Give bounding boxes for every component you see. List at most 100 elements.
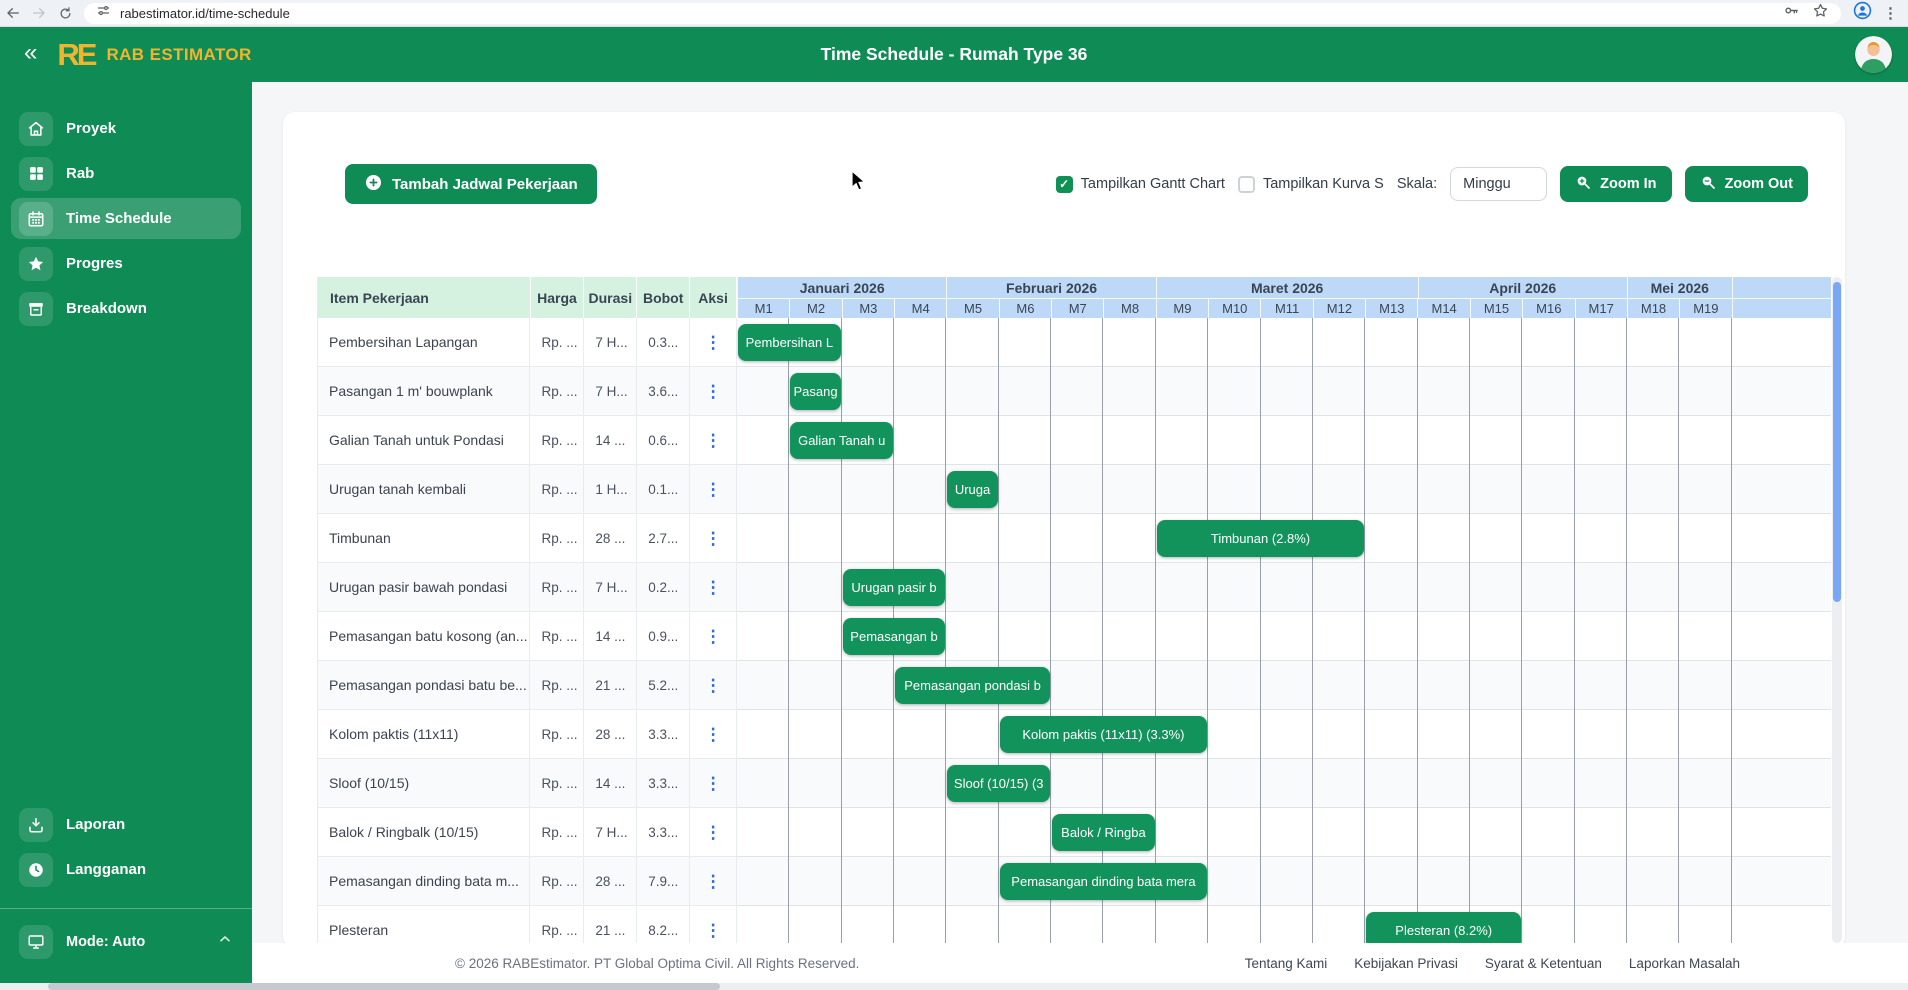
gantt-row: [737, 367, 1831, 416]
kurva-checkbox-label: Tampilkan Kurva S: [1263, 176, 1384, 192]
zoom-in-icon: [1575, 174, 1591, 194]
site-info-icon[interactable]: [96, 3, 111, 23]
archive-icon: [19, 292, 53, 326]
zoom-out-button[interactable]: Zoom Out: [1685, 166, 1808, 202]
sidebar-item-laporan[interactable]: Laporan: [11, 804, 241, 845]
cell-durasi: 7 H...: [584, 563, 637, 611]
row-actions-button[interactable]: ⋮: [705, 726, 722, 743]
gantt-bar[interactable]: Pemasangan b: [843, 618, 946, 655]
home-icon: [19, 112, 53, 146]
gantt-bar[interactable]: Galian Tanah u: [790, 422, 893, 459]
week-header-m13: M13: [1365, 299, 1417, 318]
row-actions-button[interactable]: ⋮: [705, 922, 722, 939]
cell-aksi: ⋮: [690, 514, 737, 562]
mode-label: Mode: Auto: [66, 934, 217, 950]
scale-value: Minggu: [1463, 176, 1511, 192]
gantt-checkbox-label: Tampilkan Gantt Chart: [1081, 176, 1225, 192]
gantt-bar[interactable]: Urugan pasir b: [843, 569, 946, 606]
row-actions-button[interactable]: ⋮: [705, 677, 722, 694]
plus-circle-icon: [364, 173, 383, 196]
horizontal-scrollbar[interactable]: [0, 983, 1908, 990]
reload-icon[interactable]: [52, 6, 78, 21]
gantt-chart-checkbox[interactable]: ✓ Tampilkan Gantt Chart: [1056, 176, 1225, 193]
gantt-bar[interactable]: Pemasangan pondasi b: [895, 667, 1050, 704]
sidebar-item-rab[interactable]: Rab: [11, 153, 241, 194]
row-actions-button[interactable]: ⋮: [705, 530, 722, 547]
gantt-bar[interactable]: Kolom paktis (11x11) (3.3%): [1000, 716, 1207, 753]
row-actions-button[interactable]: ⋮: [705, 383, 722, 400]
row-actions-button[interactable]: ⋮: [705, 873, 722, 890]
scrollbar-thumb[interactable]: [1833, 282, 1841, 602]
zoom-out-icon: [1700, 174, 1716, 194]
row-actions-button[interactable]: ⋮: [705, 432, 722, 449]
gantt-bar[interactable]: Pembersihan L: [738, 324, 841, 361]
gantt-bar[interactable]: Uruga: [947, 471, 997, 508]
browser-toolbar: rabestimator.id/time-schedule ⋮: [0, 0, 1908, 27]
cell-durasi: 7 H...: [584, 367, 637, 415]
week-header-m14: M14: [1417, 299, 1469, 318]
gantt-bar[interactable]: Pemasangan dinding bata mera: [1000, 863, 1207, 900]
cell-bobot: 3.3...: [637, 710, 690, 758]
cell-bobot: 3.3...: [637, 759, 690, 807]
footer-link-syarat-ketentuan[interactable]: Syarat & Ketentuan: [1485, 956, 1602, 971]
sidebar-item-langganan[interactable]: Langganan: [11, 849, 241, 890]
gantt-bar[interactable]: Pasang: [790, 373, 840, 410]
footer-link-laporkan-masalah[interactable]: Laporkan Masalah: [1629, 956, 1740, 971]
cell-aksi: ⋮: [690, 318, 737, 366]
bookmark-star-icon[interactable]: [1812, 2, 1829, 24]
cell-bobot: 0.6...: [637, 416, 690, 464]
app-header: « RE RAB ESTIMATOR Time Schedule - Rumah…: [0, 27, 1908, 82]
horizontal-scrollbar-thumb[interactable]: [48, 983, 720, 990]
browser-menu-icon[interactable]: ⋮: [1883, 4, 1898, 22]
row-actions-button[interactable]: ⋮: [705, 775, 722, 792]
footer-link-tentang-kami[interactable]: Tentang Kami: [1245, 956, 1328, 971]
kurva-s-checkbox[interactable]: Tampilkan Kurva S: [1238, 176, 1384, 193]
cell-bobot: 0.1...: [637, 465, 690, 513]
gantt-bar[interactable]: Sloof (10/15) (3: [947, 765, 1050, 802]
cell-item: Pemasangan batu kosong (an...: [318, 612, 530, 660]
cell-durasi: 21 ...: [584, 906, 637, 948]
sidebar-item-time-schedule[interactable]: Time Schedule: [11, 198, 241, 239]
grid-icon: [19, 157, 53, 191]
zoom-in-button[interactable]: Zoom In: [1560, 166, 1671, 202]
forward-icon[interactable]: [26, 5, 52, 21]
row-actions-button[interactable]: ⋮: [705, 628, 722, 645]
chrome-profile-icon[interactable]: [1853, 1, 1872, 25]
row-actions-button[interactable]: ⋮: [705, 824, 722, 841]
back-icon[interactable]: [0, 5, 26, 21]
gantt-bar[interactable]: Balok / Ringba: [1052, 814, 1155, 851]
gantt-bar[interactable]: Timbunan (2.8%): [1157, 520, 1364, 557]
cell-bobot: 3.6...: [637, 367, 690, 415]
week-header-m6: M6: [999, 299, 1051, 318]
cell-item: Pemasangan dinding bata m...: [318, 857, 530, 905]
mode-toggle[interactable]: Mode: Auto: [11, 921, 241, 962]
cell-item: Timbunan: [318, 514, 530, 562]
cell-item: Pembersihan Lapangan: [318, 318, 530, 366]
password-key-icon[interactable]: [1783, 2, 1800, 24]
user-avatar[interactable]: [1855, 36, 1892, 73]
cell-harga: Rp. ...: [530, 367, 584, 415]
sidebar-item-proyek[interactable]: Proyek: [11, 108, 241, 149]
row-actions-button[interactable]: ⋮: [705, 579, 722, 596]
table-row: Urugan tanah kembaliRp. ...1 H...0.1...⋮: [318, 465, 737, 514]
sidebar-item-breakdown[interactable]: Breakdown: [11, 288, 241, 329]
add-schedule-button[interactable]: Tambah Jadwal Pekerjaan: [345, 164, 597, 204]
cell-aksi: ⋮: [690, 612, 737, 660]
cell-bobot: 3.3...: [637, 808, 690, 856]
url-bar[interactable]: rabestimator.id/time-schedule: [84, 3, 1841, 24]
week-header-m9: M9: [1156, 299, 1208, 318]
gantt-vertical-scrollbar[interactable]: [1832, 277, 1842, 943]
footer-link-kebijakan-privasi[interactable]: Kebijakan Privasi: [1354, 956, 1458, 971]
scale-select[interactable]: Minggu: [1450, 167, 1547, 201]
row-actions-button[interactable]: ⋮: [705, 481, 722, 498]
sidebar-collapse-button[interactable]: «: [24, 41, 37, 65]
month-header-mei-2026: Mei 2026: [1627, 277, 1732, 298]
row-actions-button[interactable]: ⋮: [705, 334, 722, 351]
schedule-table: Item PekerjaanHargaDurasiBobotAksi Pembe…: [317, 277, 1831, 948]
sidebar-item-label: Progres: [66, 255, 123, 272]
cell-item: Urugan tanah kembali: [318, 465, 530, 513]
cell-aksi: ⋮: [690, 906, 737, 948]
week-header-m16: M16: [1522, 299, 1574, 318]
table-row: Pembersihan LapanganRp. ...7 H...0.3...⋮: [318, 318, 737, 367]
sidebar-item-progres[interactable]: Progres: [11, 243, 241, 284]
